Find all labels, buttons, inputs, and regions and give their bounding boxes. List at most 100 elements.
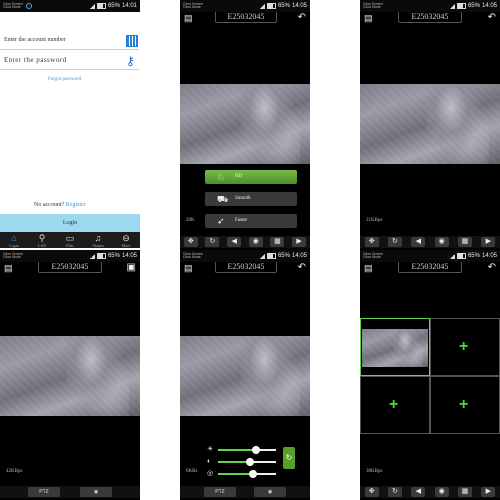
bitrate-label: 38KBps: [366, 469, 383, 474]
back-icon[interactable]: ↶: [298, 12, 306, 23]
tab-files[interactable]: ▭ Files: [60, 233, 80, 248]
sd-card-icon[interactable]: ▤: [364, 263, 373, 274]
status-note-line2: Glow Mode: [183, 255, 201, 259]
contrast-slider[interactable]: [218, 458, 276, 466]
tab-alarms[interactable]: ♫ Alarms: [88, 233, 108, 248]
device-id: E25032045: [215, 262, 277, 273]
record-icon[interactable]: ▶: [481, 487, 496, 497]
ptz-icon[interactable]: ✥: [364, 487, 379, 497]
folder-icon: ▭: [65, 233, 75, 243]
notification-icon: [26, 3, 33, 9]
ptz-button[interactable]: PTZ: [28, 487, 60, 497]
sd-card-icon[interactable]: ▤: [184, 263, 193, 274]
sd-card-icon[interactable]: ▤: [184, 13, 193, 24]
clock: 14:05: [291, 3, 307, 9]
grid-cell-3[interactable]: +: [360, 376, 430, 434]
speaker-icon[interactable]: ◀: [411, 487, 426, 497]
hd-icon: ♘: [217, 172, 226, 182]
ptz-icon[interactable]: ✥: [183, 237, 198, 247]
signal-icon: [449, 3, 455, 9]
tab-more[interactable]: ⊖ More: [116, 233, 136, 248]
camera-icon[interactable]: ◉: [434, 487, 449, 497]
add-camera-icon[interactable]: +: [459, 397, 468, 413]
camera-icon[interactable]: ◉: [248, 237, 263, 247]
speaker-icon[interactable]: ◀: [227, 237, 242, 247]
qr-scan-icon[interactable]: [126, 35, 138, 47]
tab-more-label: More: [121, 243, 131, 248]
signal-icon: [89, 3, 95, 9]
device-id: E25032045: [398, 12, 462, 23]
grid-cell-1[interactable]: [360, 318, 430, 376]
sd-card-icon[interactable]: ▤: [364, 13, 373, 24]
add-camera-icon[interactable]: +: [389, 397, 398, 413]
grid-icon[interactable]: ▦: [457, 237, 472, 247]
battery-percent: 65%: [277, 3, 290, 9]
tab-login[interactable]: ⌂ Login: [4, 233, 24, 248]
tab-lan[interactable]: ⚲ LAN: [32, 233, 52, 248]
title-bar: ▤ E25032045 ▣: [0, 262, 140, 274]
register-link[interactable]: Register: [66, 202, 86, 208]
ptz-icon[interactable]: ✥: [364, 237, 379, 247]
account-input[interactable]: Enter the account number: [0, 30, 139, 50]
camera-video: [362, 329, 428, 367]
no-account-text: No account? Register: [34, 202, 86, 208]
rotate-icon[interactable]: ↻: [387, 237, 402, 247]
quality-hd-button[interactable]: ♘ HD: [205, 170, 297, 184]
home-icon: ⌂: [11, 233, 17, 243]
title-bar: ▤ E25032045 ↶: [180, 12, 310, 24]
tab-lan-label: LAN: [37, 243, 47, 248]
tab-alarms-label: Alarms: [92, 243, 104, 248]
clock: 14:05: [291, 253, 307, 259]
reset-icon: ↻: [285, 453, 293, 462]
forgot-password-link[interactable]: Forgot password: [48, 77, 81, 82]
back-icon[interactable]: ↶: [488, 262, 496, 273]
camera-video[interactable]: [360, 84, 500, 164]
speaker-icon[interactable]: ◀: [411, 237, 426, 247]
add-camera-icon[interactable]: +: [459, 339, 468, 355]
camera-video[interactable]: [0, 336, 140, 416]
title-bar: ▤ E25032045 ↶: [180, 262, 310, 274]
signal-icon: [259, 3, 265, 9]
grid-icon[interactable]: ▦: [270, 237, 285, 247]
record-icon[interactable]: ▶: [481, 237, 496, 247]
gallery-icon[interactable]: ▣: [127, 262, 136, 273]
camera-icon: ◉: [267, 489, 273, 495]
camera-icon[interactable]: ◉: [434, 237, 449, 247]
back-icon[interactable]: ↶: [488, 12, 496, 23]
ptz-bar: PTZ ◉: [180, 486, 310, 498]
bottom-toolbar: ✥ ↻ ◀ ◉ ▦ ▶: [180, 236, 310, 248]
grid-cell-2[interactable]: +: [430, 318, 500, 376]
device-id: E25032045: [398, 262, 462, 273]
camera-video[interactable]: [180, 336, 310, 416]
sd-card-icon[interactable]: ▤: [4, 263, 13, 274]
status-bar: Glow Screen Glow Mode 65% 14:05: [180, 250, 310, 262]
rotate-icon[interactable]: ↻: [387, 487, 402, 497]
clock: 14:05: [121, 253, 137, 259]
brightness-icon: ☀: [207, 446, 214, 453]
ptz-bar: PTZ ◉: [0, 486, 140, 498]
reset-button[interactable]: ↻: [283, 447, 295, 469]
record-icon[interactable]: ▶: [292, 237, 307, 247]
quality-faster-button[interactable]: ➶ Faster: [205, 214, 297, 228]
rotate-icon[interactable]: ↻: [205, 237, 220, 247]
device-id: E25032045: [215, 12, 277, 23]
grid-cell-4[interactable]: +: [430, 376, 500, 434]
back-icon[interactable]: ↶: [298, 262, 306, 273]
quality-smooth-label: Smooth: [235, 196, 251, 201]
status-note-line2: Glow Mode: [363, 255, 381, 259]
brightness-slider[interactable]: [218, 446, 276, 454]
key-icon: ⚷: [126, 54, 135, 68]
screenshot-button[interactable]: ◉: [80, 487, 112, 497]
login-button[interactable]: Login: [0, 214, 140, 232]
screenshot-button[interactable]: ◉: [254, 487, 286, 497]
password-input[interactable]: Enter the password: [0, 50, 139, 70]
rocket-icon: ➶: [217, 216, 225, 226]
clock: 14:05: [481, 3, 497, 9]
camera-video[interactable]: [180, 84, 310, 164]
quality-smooth-button[interactable]: ⛟ Smooth: [205, 192, 297, 206]
saturation-slider[interactable]: [218, 470, 276, 478]
status-note-line2: Glow Mode: [3, 5, 21, 9]
ptz-button[interactable]: PTZ: [204, 487, 236, 497]
grid-icon[interactable]: ▦: [457, 487, 472, 497]
status-bar: Glow Screen Glow Mode 65% 14:05: [180, 0, 310, 12]
